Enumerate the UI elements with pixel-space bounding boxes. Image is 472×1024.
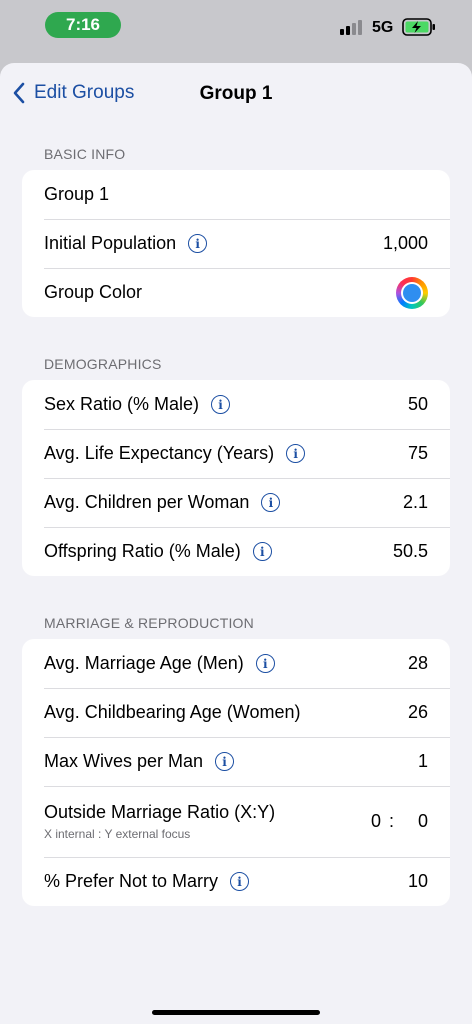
offspring-ratio-label: Offspring Ratio (% Male) xyxy=(44,541,241,561)
offspring-ratio-row[interactable]: Offspring Ratio (% Male) i 50.5 xyxy=(22,527,450,576)
info-circle-icon[interactable]: i xyxy=(261,493,281,512)
status-bar: 7:16 5G xyxy=(0,0,472,60)
group-name-value: Group 1 xyxy=(44,184,110,204)
info-circle-icon[interactable]: i xyxy=(188,234,208,253)
children-per-woman-value[interactable]: 2.1 xyxy=(403,492,428,513)
group-name-field[interactable]: Group 1 xyxy=(22,170,450,219)
navigation-bar: Edit Groups Group 1 xyxy=(0,63,472,127)
sex-ratio-row[interactable]: Sex Ratio (% Male) i 50 xyxy=(22,380,450,429)
life-expectancy-label: Avg. Life Expectancy (Years) xyxy=(44,443,275,463)
initial-population-label: Initial Population xyxy=(44,233,177,253)
outside-marriage-ratio-label: Outside Marriage Ratio (X:Y) xyxy=(44,802,276,822)
outside-marriage-ratio-subtitle: X internal : Y external focus xyxy=(44,827,191,841)
sex-ratio-label: Sex Ratio (% Male) xyxy=(44,394,200,414)
home-indicator[interactable] xyxy=(152,1010,320,1015)
info-circle-icon[interactable]: i xyxy=(215,752,235,771)
ratio-separator: : xyxy=(388,811,394,831)
basic-info-card: Group 1 Initial Population i 1,000 Group… xyxy=(22,170,450,317)
children-per-woman-label: Avg. Children per Woman xyxy=(44,492,250,512)
info-circle-icon[interactable]: i xyxy=(211,395,231,414)
marriage-age-men-label: Avg. Marriage Age (Men) xyxy=(44,653,244,673)
demographics-card: Sex Ratio (% Male) i 50 Avg. Life Expect… xyxy=(22,380,450,576)
color-picker-well[interactable] xyxy=(396,276,428,309)
marriage-card: Avg. Marriage Age (Men) i 28 Avg. Childb… xyxy=(22,639,450,906)
outside-marriage-ratio-row[interactable]: Outside Marriage Ratio (X:Y) X internal … xyxy=(22,786,450,857)
outside-ratio-x-field[interactable]: 0 xyxy=(371,811,381,832)
initial-population-row[interactable]: Initial Population i 1,000 xyxy=(22,219,450,268)
cellular-signal-icon xyxy=(340,19,362,35)
info-circle-icon[interactable]: i xyxy=(230,872,250,891)
prefer-not-marry-row[interactable]: % Prefer Not to Marry i 10 xyxy=(22,857,450,906)
max-wives-value[interactable]: 1 xyxy=(418,751,428,772)
section-header-marriage: MARRIAGE & REPRODUCTION xyxy=(44,615,254,631)
group-editor-sheet: Edit Groups Group 1 BASIC INFO Group 1 I… xyxy=(0,63,472,1024)
section-header-basic-info: BASIC INFO xyxy=(44,146,126,162)
battery-charging-icon xyxy=(402,18,435,36)
children-per-woman-row[interactable]: Avg. Children per Woman i 2.1 xyxy=(22,478,450,527)
group-color-label: Group Color xyxy=(44,282,143,302)
life-expectancy-row[interactable]: Avg. Life Expectancy (Years) i 75 xyxy=(22,429,450,478)
childbearing-age-row[interactable]: Avg. Childbearing Age (Women) 26 xyxy=(22,688,450,737)
info-circle-icon[interactable]: i xyxy=(252,542,272,561)
max-wives-label: Max Wives per Man xyxy=(44,751,204,771)
prefer-not-marry-value[interactable]: 10 xyxy=(408,871,428,892)
group-color-row[interactable]: Group Color xyxy=(22,268,450,317)
info-circle-icon[interactable]: i xyxy=(286,444,306,463)
life-expectancy-value[interactable]: 75 xyxy=(408,443,428,464)
marriage-age-men-value[interactable]: 28 xyxy=(408,653,428,674)
status-time[interactable]: 7:16 xyxy=(45,12,121,38)
outside-ratio-y-field[interactable]: 0 xyxy=(418,811,428,832)
initial-population-value[interactable]: 1,000 xyxy=(383,233,428,254)
offspring-ratio-value[interactable]: 50.5 xyxy=(393,541,428,562)
network-type: 5G xyxy=(372,19,394,36)
prefer-not-marry-label: % Prefer Not to Marry xyxy=(44,871,219,891)
page-title: Group 1 xyxy=(199,83,273,104)
childbearing-age-value[interactable]: 26 xyxy=(408,702,428,723)
max-wives-row[interactable]: Max Wives per Man i 1 xyxy=(22,737,450,786)
section-header-demographics: DEMOGRAPHICS xyxy=(44,356,162,372)
childbearing-age-label: Avg. Childbearing Age (Women) xyxy=(44,702,301,722)
selected-color-swatch xyxy=(403,283,421,302)
info-circle-icon[interactable]: i xyxy=(255,654,275,673)
marriage-age-men-row[interactable]: Avg. Marriage Age (Men) i 28 xyxy=(22,639,450,688)
sex-ratio-value[interactable]: 50 xyxy=(408,394,428,415)
